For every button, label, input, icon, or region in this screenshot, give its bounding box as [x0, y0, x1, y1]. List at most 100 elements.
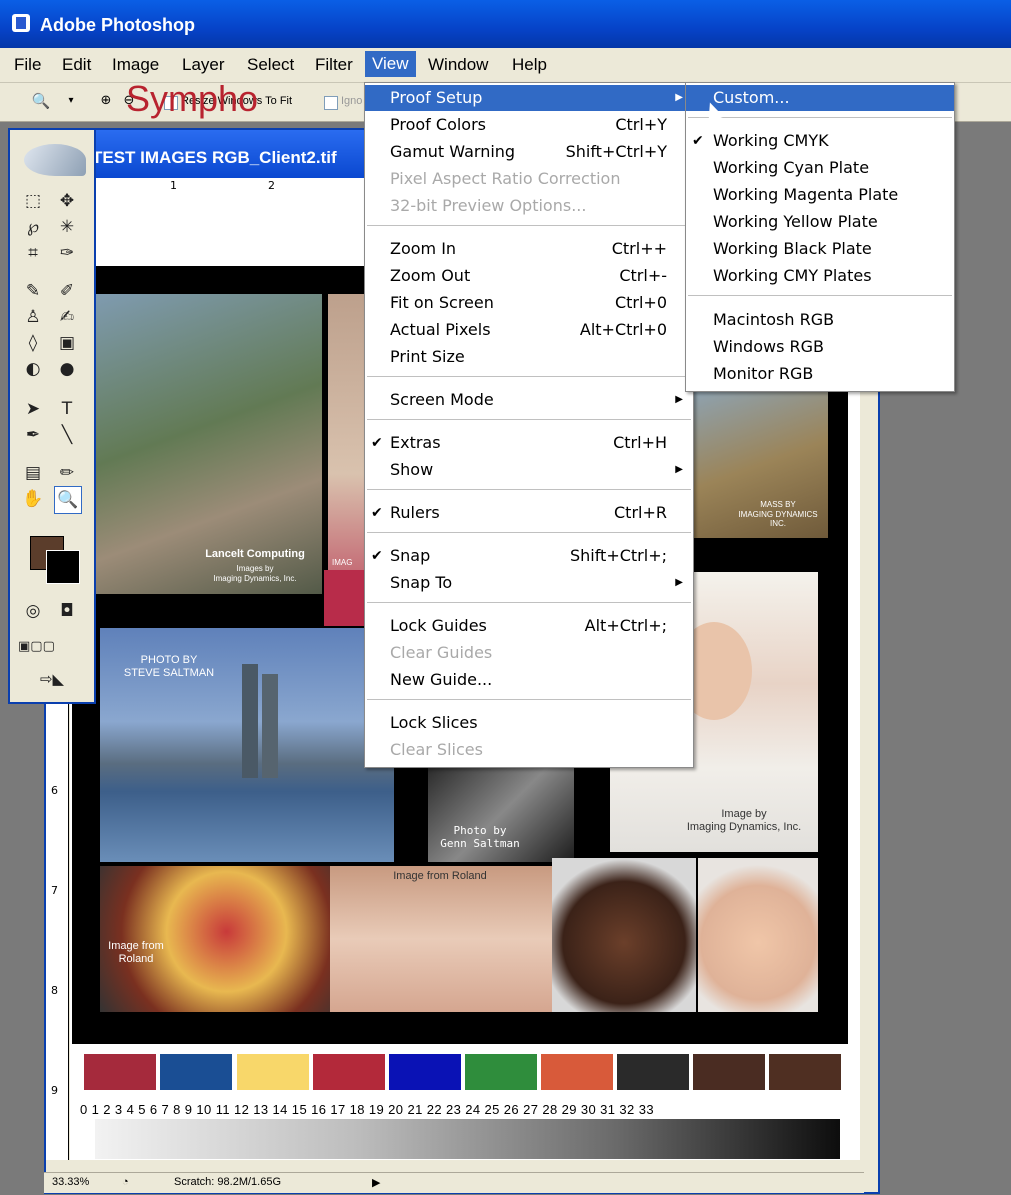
- photo-fruit-tart: Image from Roland: [100, 866, 330, 1012]
- magic-wand-icon[interactable]: ✳: [54, 214, 80, 240]
- view-menu-item-pixel-aspect-ratio-correction: Pixel Aspect Ratio Correction: [365, 166, 693, 192]
- proof-item-working-cmyk[interactable]: ✔ Working CMYK: [686, 128, 954, 154]
- crop-tool-icon[interactable]: ⌗: [20, 240, 46, 266]
- menu-item-label: Windows RGB: [713, 337, 824, 356]
- marquee-tool-icon[interactable]: ⬚: [20, 188, 46, 214]
- zoom-tool-icon[interactable]: 🔍: [54, 486, 82, 514]
- menu-item-label: 32-bit Preview Options...: [390, 196, 587, 215]
- slice-tool-icon[interactable]: ✑: [54, 240, 80, 266]
- brush-tool-icon[interactable]: ✐: [54, 278, 80, 304]
- menu-window[interactable]: Window: [428, 55, 488, 75]
- move-tool-icon[interactable]: ✥: [54, 188, 80, 214]
- eraser-tool-icon[interactable]: ◊: [20, 330, 46, 356]
- submenu-arrow-icon: ▶: [675, 577, 683, 588]
- healing-brush-icon[interactable]: ✎: [20, 278, 46, 304]
- menu-help[interactable]: Help: [512, 55, 547, 75]
- view-menu-item-gamut-warning[interactable]: Gamut Warning Shift+Ctrl+Y: [365, 139, 693, 165]
- quick-mask-icon[interactable]: ◘: [54, 598, 80, 624]
- proof-item-windows-rgb[interactable]: Windows RGB: [686, 334, 954, 360]
- menu-separator: [688, 117, 952, 118]
- proof-item-monitor-rgb[interactable]: Monitor RGB: [686, 361, 954, 387]
- menu-item-label: Working Black Plate: [713, 239, 872, 258]
- dodge-tool-icon[interactable]: ●: [54, 356, 80, 382]
- menu-separator: [367, 532, 691, 533]
- photo-caption: Images by Imaging Dynamics, Inc.: [213, 564, 297, 583]
- proof-item-working-yellow-plate[interactable]: Working Yellow Plate: [686, 209, 954, 235]
- menu-item-label: Screen Mode: [390, 390, 494, 409]
- proof-item-custom[interactable]: Custom...: [686, 85, 954, 111]
- menu-edit[interactable]: Edit: [62, 55, 91, 75]
- menu-item-label: Snap: [390, 546, 431, 565]
- view-menu-item-show[interactable]: Show ▶: [365, 457, 693, 483]
- view-menu-item-snap-to[interactable]: Snap To ▶: [365, 570, 693, 596]
- proof-item-working-cyan-plate[interactable]: Working Cyan Plate: [686, 155, 954, 181]
- view-menu-item-proof-colors[interactable]: Proof Colors Ctrl+Y: [365, 112, 693, 138]
- menu-item-label: Macintosh RGB: [713, 310, 835, 329]
- proof-item-macintosh-rgb[interactable]: Macintosh RGB: [686, 307, 954, 333]
- chevron-down-icon[interactable]: ▾: [60, 91, 82, 111]
- lasso-tool-icon[interactable]: ℘: [20, 214, 46, 240]
- stamp-tool-icon[interactable]: ♙: [20, 304, 46, 330]
- type-tool-icon[interactable]: T: [54, 396, 80, 422]
- blur-tool-icon[interactable]: ◐: [20, 356, 46, 382]
- view-menu-item-zoom-in[interactable]: Zoom In Ctrl++: [365, 236, 693, 262]
- view-menu-item-new-guide[interactable]: New Guide...: [365, 667, 693, 693]
- view-menu-item-rulers[interactable]: ✔ Rulers Ctrl+R: [365, 500, 693, 526]
- path-select-icon[interactable]: ➤: [20, 396, 46, 422]
- view-menu-item-snap[interactable]: ✔ Snap Shift+Ctrl+;: [365, 543, 693, 569]
- menu-layer[interactable]: Layer: [182, 55, 225, 75]
- view-menu-item-zoom-out[interactable]: Zoom Out Ctrl+-: [365, 263, 693, 289]
- ignore-palettes-checkbox[interactable]: [324, 96, 338, 110]
- standard-mode-icon[interactable]: ◎: [20, 598, 46, 624]
- view-menu-item-lock-slices[interactable]: Lock Slices: [365, 710, 693, 736]
- view-menu-item-actual-pixels[interactable]: Actual Pixels Alt+Ctrl+0: [365, 317, 693, 343]
- photo-horse: MASS BY IMAGING DYNAMICS INC.: [692, 392, 828, 538]
- view-menu-item-extras[interactable]: ✔ Extras Ctrl+H: [365, 430, 693, 456]
- proof-item-working-magenta-plate[interactable]: Working Magenta Plate: [686, 182, 954, 208]
- menu-separator: [367, 602, 691, 603]
- view-menu-item-lock-guides[interactable]: Lock Guides Alt+Ctrl+;: [365, 613, 693, 639]
- menu-item-shortcut: Shift+Ctrl+;: [569, 546, 667, 565]
- history-brush-icon[interactable]: ✍: [54, 304, 80, 330]
- line-tool-icon[interactable]: ╲: [54, 422, 80, 448]
- menu-item-shortcut: Ctrl+R: [614, 503, 667, 522]
- menu-filter[interactable]: Filter: [315, 55, 353, 75]
- notes-tool-icon[interactable]: ▤: [20, 460, 46, 486]
- tower-shape: [262, 674, 278, 778]
- proof-item-working-cmy-plates[interactable]: Working CMY Plates: [686, 263, 954, 289]
- pen-tool-icon[interactable]: ✒: [20, 422, 46, 448]
- zoom-tool-icon[interactable]: 🔍: [30, 91, 52, 111]
- view-menu-item-proof-setup[interactable]: Proof Setup ▶: [365, 85, 693, 111]
- menu-item-label: Working CMYK: [713, 131, 829, 150]
- zoom-level[interactable]: 33.33%: [52, 1176, 89, 1188]
- eyedropper-icon[interactable]: ✏: [54, 460, 80, 486]
- gradient-tool-icon[interactable]: ▣: [54, 330, 80, 356]
- menu-item-label: Working CMY Plates: [713, 266, 872, 285]
- menu-item-label: Lock Guides: [390, 616, 487, 635]
- menu-file[interactable]: File: [14, 55, 41, 75]
- zoom-in-icon[interactable]: ⊕: [95, 91, 117, 111]
- proof-item-working-black-plate[interactable]: Working Black Plate: [686, 236, 954, 262]
- color-swatch: [617, 1054, 689, 1090]
- screen-mode-icon[interactable]: ▣▢▢: [18, 634, 55, 660]
- menu-item-shortcut: Ctrl+-: [619, 266, 667, 285]
- menu-item-shortcut: Ctrl++: [611, 239, 667, 258]
- menu-item-shortcut: Alt+Ctrl+0: [579, 320, 667, 339]
- view-menu-item-screen-mode[interactable]: Screen Mode ▶: [365, 387, 693, 413]
- background-color[interactable]: [46, 550, 80, 584]
- status-menu-arrow-icon[interactable]: ▶: [372, 1176, 380, 1189]
- hand-tool-icon[interactable]: ✋: [20, 486, 46, 512]
- view-menu-item-32-bit-preview-options: 32-bit Preview Options...: [365, 193, 693, 219]
- photo-baby-dark: [552, 858, 696, 1012]
- menu-view[interactable]: View: [365, 51, 416, 77]
- menu-image[interactable]: Image: [112, 55, 159, 75]
- jump-to-imageready-icon[interactable]: ⇨◣: [28, 666, 76, 692]
- view-menu-item-fit-on-screen[interactable]: Fit on Screen Ctrl+0: [365, 290, 693, 316]
- status-info-icon[interactable]: ◔: [122, 1176, 129, 1188]
- color-swatch: [313, 1054, 385, 1090]
- menu-separator: [367, 225, 691, 226]
- ruler-label: 7: [51, 884, 58, 897]
- app-title-bar: Adobe Photoshop: [0, 0, 1011, 48]
- view-menu-item-print-size[interactable]: Print Size: [365, 344, 693, 370]
- menu-select[interactable]: Select: [247, 55, 294, 75]
